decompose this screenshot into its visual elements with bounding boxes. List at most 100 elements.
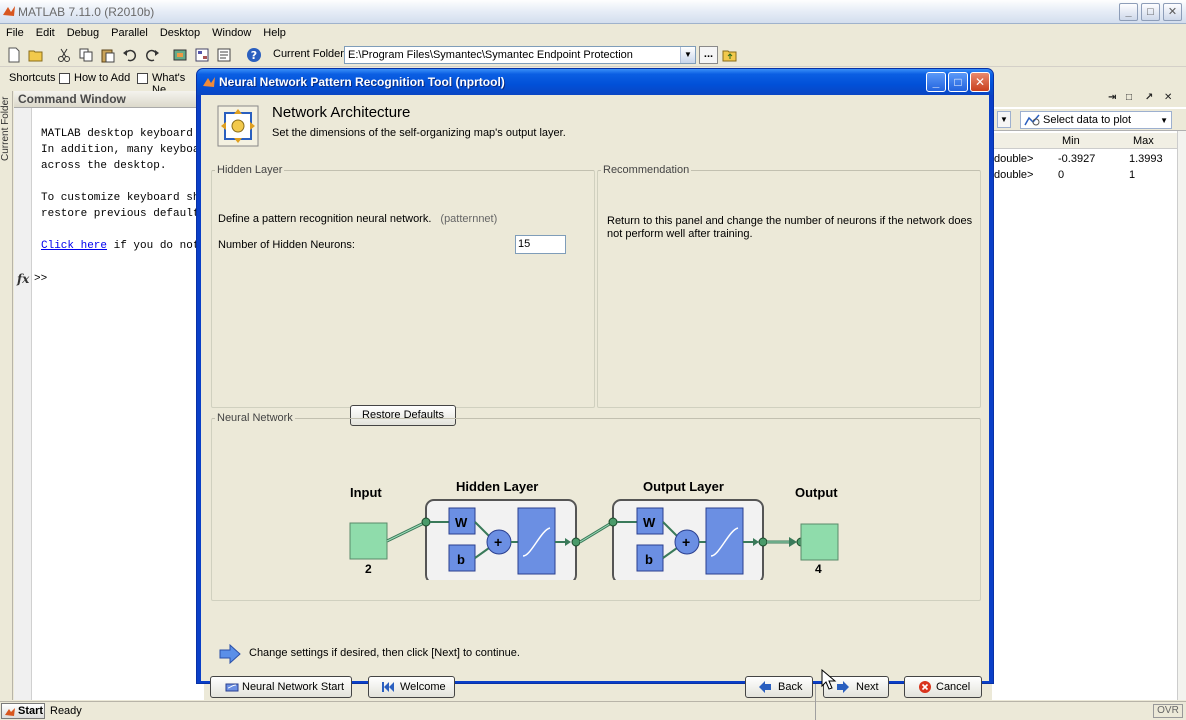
output-label: Output [795,485,838,500]
chevron-down-icon: ▼ [1160,116,1168,125]
new-file-icon[interactable] [6,47,22,63]
svg-text:b: b [457,552,465,567]
current-folder-input[interactable]: E:\Program Files\Symantec\Symantec Endpo… [344,46,696,64]
group-label: Hidden Layer [215,164,285,176]
chevron-down-icon[interactable]: ▼ [680,47,695,63]
matlab-logo-icon [5,708,15,716]
cancel-icon [919,681,931,693]
cut-icon[interactable] [56,47,72,63]
browse-folder-button[interactable]: ... [699,46,718,64]
menu-parallel[interactable]: Parallel [105,24,154,43]
matlab-logo-icon [203,77,215,87]
output-layer-label: Output Layer [643,479,724,494]
undo-icon[interactable] [122,47,138,63]
input-node [349,522,388,560]
network-architecture-icon [217,105,259,147]
neural-network-start-button[interactable]: Neural Network Start [210,676,352,698]
function-name: (patternnet) [440,213,498,225]
output-size: 4 [815,562,822,576]
rewind-icon [382,682,394,692]
next-arrow-icon [837,681,849,693]
dialog-body: Network Architecture Set the dimensions … [201,95,989,698]
svg-text:+: + [682,534,690,550]
group-label: Recommendation [601,164,692,176]
guide-icon[interactable] [194,47,210,63]
close-button[interactable]: ✕ [1163,3,1182,21]
click-here-link[interactable]: Click here [41,240,107,252]
profiler-icon[interactable] [216,47,232,63]
hidden-layer-label: Hidden Layer [456,479,538,494]
cancel-button[interactable]: Cancel [904,676,982,698]
simulink-icon[interactable] [172,47,188,63]
command-window[interactable]: MATLAB desktop keyboard In addition, man… [14,108,204,700]
current-folder-label: Current Folder: [273,48,347,60]
current-folder-tab[interactable]: Current Folder [0,97,11,177]
command-gutter [14,108,32,700]
shortcut-icon [137,73,148,84]
open-folder-icon[interactable] [28,47,44,63]
workspace-scrollbar[interactable] [1177,131,1186,700]
shortcut-icon [59,73,70,84]
command-line: To customize keyboard sh [41,192,200,204]
back-arrow-icon [759,681,771,693]
hidden-neurons-input[interactable]: 15 [515,235,566,254]
current-folder-dock-strip[interactable]: Current Folder [0,91,13,700]
svg-text:+: + [494,534,502,550]
close-panel-icon[interactable]: ✕ [1164,92,1172,103]
svg-text:W: W [643,515,656,530]
chevron-down-icon[interactable]: ▼ [997,111,1011,128]
copy-icon[interactable] [78,47,94,63]
dock-arrow-icon[interactable]: ↗ [1145,92,1153,103]
input-label: Input [350,485,382,500]
menu-help[interactable]: Help [257,24,292,43]
group-label: Neural Network [215,412,295,424]
dialog-close-button[interactable]: ✕ [970,72,990,92]
dialog-title-bar[interactable]: Neural Network Pattern Recognition Tool … [197,69,993,95]
back-button[interactable]: Back [745,676,813,698]
command-window-title: Command Window [14,91,204,108]
matlab-title-bar: MATLAB 7.11.0 (R2010b) _ □ ✕ [0,0,1186,24]
svg-text:W: W [455,515,468,530]
start-button[interactable]: Start [1,703,45,719]
network-diagram: Input Hidden Layer Output Layer Output 2… [349,479,839,580]
maximize-button[interactable]: □ [1141,3,1160,21]
function-browser-icon[interactable]: fx [17,272,29,286]
redo-icon[interactable] [144,47,160,63]
command-prompt[interactable]: >> [34,273,47,285]
help-icon[interactable]: ? [246,47,262,63]
divider [815,680,816,720]
welcome-button[interactable]: Welcome [368,676,455,698]
command-line: MATLAB desktop keyboard [41,128,193,140]
nprtool-dialog: Neural Network Pattern Recognition Tool … [196,68,994,698]
workspace-header: Min Max [992,133,1186,149]
shortcuts-label: Shortcuts [9,72,56,84]
dialog-maximize-button[interactable]: □ [948,72,968,92]
undock-icon[interactable]: ⇥ [1108,92,1116,103]
maximize-panel-icon[interactable]: □ [1126,92,1132,103]
folder-up-icon[interactable] [722,47,738,63]
status-text: Ready [50,705,82,717]
dialog-minimize-button[interactable]: _ [926,72,946,92]
column-min[interactable]: Min [1062,135,1080,147]
minimize-button[interactable]: _ [1119,3,1138,21]
menu-window[interactable]: Window [206,24,257,43]
menu-debug[interactable]: Debug [61,24,105,43]
recommendation-group: Recommendation [597,164,981,408]
matlab-title: MATLAB 7.11.0 (R2010b) [18,5,155,19]
column-max[interactable]: Max [1133,135,1154,147]
table-row[interactable]: double> -0.3927 1.3993 [992,152,1186,168]
plot-icon [1024,114,1040,126]
paste-icon[interactable] [100,47,116,63]
command-line: if you do not [107,240,200,252]
menu-desktop[interactable]: Desktop [154,24,206,43]
overwrite-indicator: OVR [1153,704,1183,718]
menu-file[interactable]: File [0,24,30,43]
menu-edit[interactable]: Edit [30,24,61,43]
select-data-to-plot-dropdown[interactable]: Select data to plot ▼ [1020,111,1172,129]
table-row[interactable]: double> 0 1 [992,168,1186,184]
dialog-title: Neural Network Pattern Recognition Tool … [219,75,505,89]
menu-bar: File Edit Debug Parallel Desktop Window … [0,24,1186,43]
recommendation-text: Return to this panel and change the numb… [607,215,973,240]
how-to-add-link[interactable]: How to Add [74,72,130,84]
hidden-layer-description: Define a pattern recognition neural netw… [218,213,498,225]
